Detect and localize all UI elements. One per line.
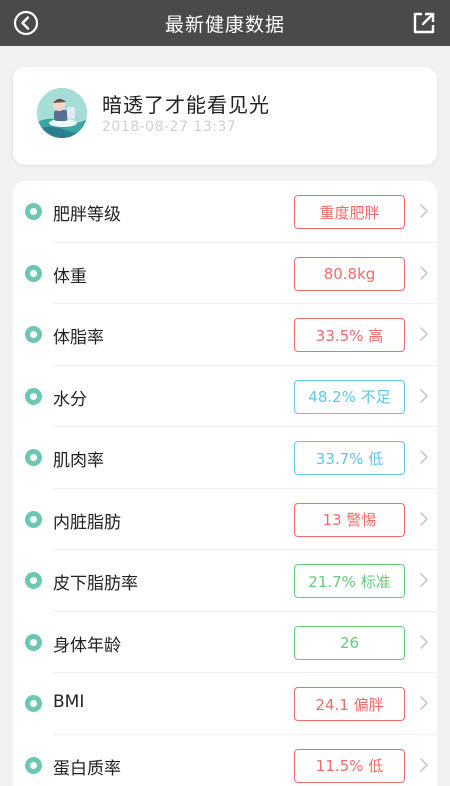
back-button[interactable] — [10, 7, 42, 39]
metric-value-badge: 48.2% 不足 — [294, 379, 405, 414]
share-button[interactable] — [408, 7, 440, 39]
avatar-image — [37, 88, 87, 138]
chevron-right-icon — [420, 388, 428, 403]
profile-card[interactable]: 暗透了才能看见光 2018-08-27 13:37 — [13, 67, 437, 165]
metric-label: 体重 — [53, 266, 87, 287]
metric-value-badge: 重度肥胖 — [294, 195, 405, 229]
metric-value-badge: 33.7% 低 — [294, 441, 405, 475]
chevron-right-icon — [420, 327, 428, 341]
bullet-dot-icon — [25, 633, 42, 651]
bullet-dot-icon — [25, 572, 42, 589]
metric-row[interactable]: 体重 80.8kg — [13, 243, 437, 304]
bullet-dot-icon — [25, 203, 42, 220]
bullet-dot-icon — [25, 449, 42, 466]
metric-row[interactable]: BMI 24.1 偏胖 — [13, 673, 437, 735]
avatar — [37, 88, 87, 138]
bullet-dot-icon — [25, 510, 42, 528]
metric-value-badge: 13 警惕 — [294, 502, 405, 537]
metric-label: 身体年龄 — [53, 635, 121, 656]
metric-label: 肥胖等级 — [53, 205, 121, 225]
top-bar: 最新健康数据 — [0, 0, 450, 46]
user-name: 暗透了才能看见光 — [102, 93, 270, 117]
metric-row[interactable]: 身体年龄 26 — [13, 612, 437, 673]
chevron-right-icon — [420, 511, 428, 526]
metric-label: 体脂率 — [53, 328, 104, 348]
chevron-right-icon — [420, 573, 428, 587]
metric-label: 内脏脂肪 — [53, 512, 121, 533]
metric-row[interactable]: 蛋白质率 11.5% 低 — [13, 735, 437, 786]
metric-value-badge: 24.1 偏胖 — [294, 687, 405, 721]
bullet-dot-icon — [25, 264, 42, 282]
back-arrow-icon — [13, 10, 39, 36]
metric-row[interactable]: 肥胖等级 重度肥胖 — [13, 181, 437, 243]
metric-value-badge: 33.5% 高 — [294, 318, 405, 352]
measure-timestamp: 2018-08-27 13:37 — [102, 119, 237, 135]
bullet-dot-icon — [25, 326, 42, 343]
metric-value-badge: 26 — [294, 625, 405, 660]
chevron-right-icon — [420, 696, 428, 710]
metric-row[interactable]: 体脂率 33.5% 高 — [13, 304, 437, 366]
page-title: 最新健康数据 — [164, 13, 285, 36]
metric-value-badge: 80.8kg — [294, 256, 405, 291]
metric-value-badge: 21.7% 标准 — [294, 564, 405, 598]
bullet-dot-icon — [25, 387, 42, 405]
chevron-right-icon — [420, 265, 428, 280]
metric-label: 水分 — [53, 389, 87, 410]
metric-label: BMI — [53, 692, 85, 712]
metric-row[interactable]: 肌肉率 33.7% 低 — [13, 427, 437, 489]
chevron-right-icon — [420, 204, 428, 218]
metric-row[interactable]: 水分 48.2% 不足 — [13, 366, 437, 427]
chevron-right-icon — [420, 634, 428, 649]
bullet-dot-icon — [25, 756, 42, 774]
share-icon — [413, 12, 435, 34]
chevron-right-icon — [420, 757, 428, 772]
chevron-right-icon — [420, 450, 428, 464]
bullet-dot-icon — [25, 695, 42, 712]
metric-label: 皮下脂肪率 — [53, 574, 138, 594]
metrics-list: 肥胖等级 重度肥胖体重 80.8kg 体脂率 33.5% 高水分 48.2% 不足肌肉率 3… — [13, 181, 437, 786]
metric-row[interactable]: 内脏脂肪 13 警惕 — [13, 489, 437, 550]
metric-label: 肌肉率 — [53, 451, 104, 471]
metric-label: 蛋白质率 — [53, 758, 121, 779]
metric-value-badge: 11.5% 低 — [294, 748, 405, 783]
metric-row[interactable]: 皮下脂肪率 21.7% 标准 — [13, 550, 437, 612]
